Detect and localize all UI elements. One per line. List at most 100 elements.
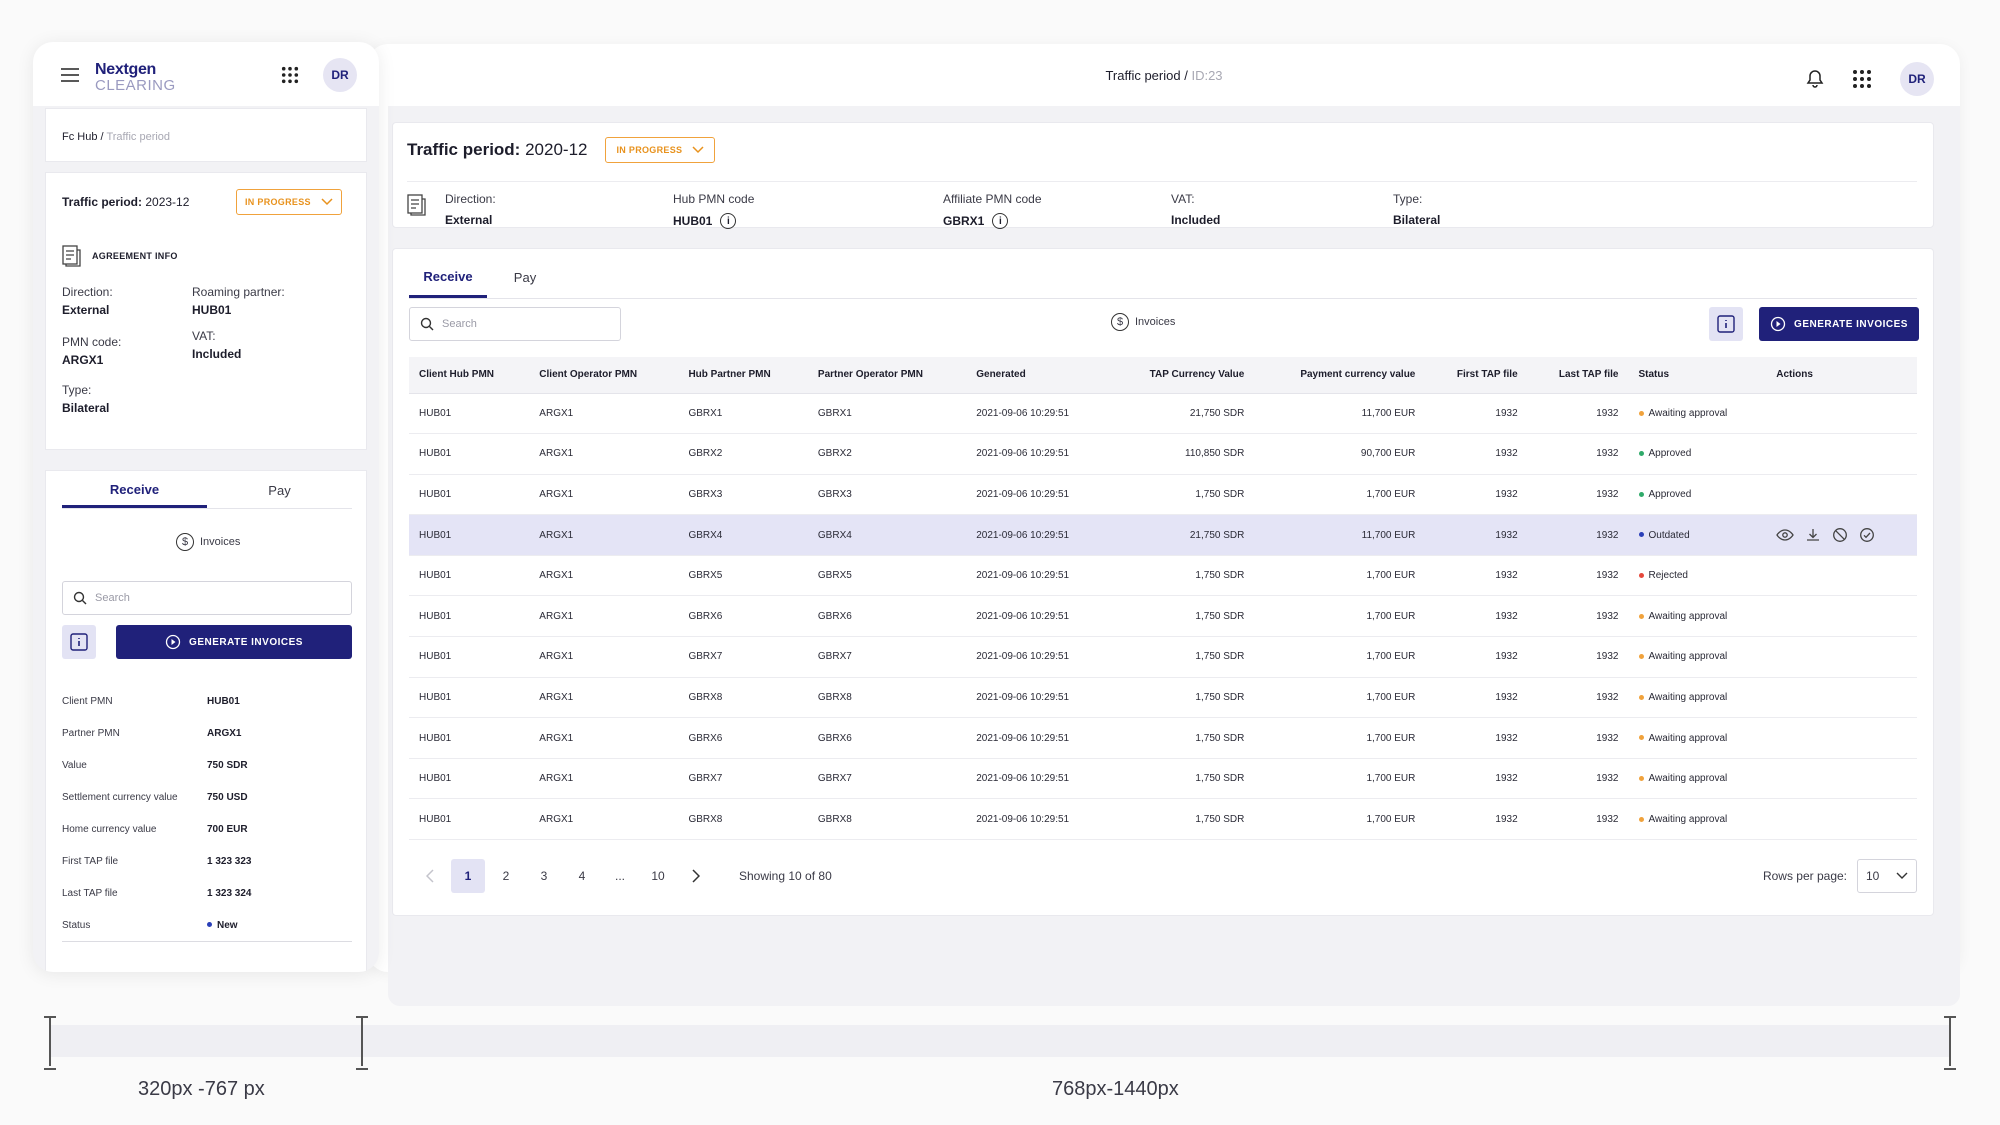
apps-grid-icon[interactable] xyxy=(281,66,299,84)
mobile-breadcrumb: Fc Hub / Traffic period xyxy=(45,108,367,162)
column-header[interactable]: Partner Operator PMN xyxy=(807,357,967,394)
table-cell: 1,700 EUR xyxy=(1254,798,1426,841)
avatar[interactable]: DR xyxy=(323,58,357,92)
column-header[interactable]: First TAP file xyxy=(1425,357,1528,394)
document-icon xyxy=(407,194,427,216)
actions-cell xyxy=(1766,595,1917,638)
table-row[interactable]: HUB01 ARGX1 GBRX1 GBRX1 2021-09-06 10:29:51 2… xyxy=(409,393,1917,435)
generate-invoices-button[interactable]: GENERATE INVOICES xyxy=(1759,307,1919,341)
tab-pay[interactable]: Pay xyxy=(207,473,352,508)
table-cell: 1,750 SDR xyxy=(1109,677,1255,719)
status-dot-icon xyxy=(1638,532,1644,538)
agreement-vat: VAT: Included xyxy=(192,329,242,361)
breadcrumb-current[interactable]: Traffic period xyxy=(1105,68,1180,83)
table-row[interactable]: HUB01 ARGX1 GBRX3 GBRX3 2021-09-06 10:29:51 1… xyxy=(409,474,1917,516)
column-header[interactable]: Client Hub PMN xyxy=(409,357,530,394)
meta-item: Hub PMN code HUB01 i xyxy=(673,192,754,229)
agreement-roaming: Roaming partner: HUB01 xyxy=(192,285,285,317)
hamburger-menu-icon[interactable] xyxy=(61,68,79,82)
table-cell: 2021-09-06 10:29:51 xyxy=(966,393,1110,435)
column-header[interactable]: Last TAP file xyxy=(1527,357,1629,394)
meta-item: Direction: External xyxy=(445,192,496,227)
generate-invoices-button[interactable]: GENERATE INVOICES xyxy=(116,625,352,659)
table-cell: 1932 xyxy=(1527,717,1629,759)
column-header[interactable]: TAP Currency Value xyxy=(1109,357,1255,394)
table-row[interactable]: HUB01 ARGX1 GBRX6 GBRX6 2021-09-06 10:29:51 1… xyxy=(409,595,1917,638)
status-dropdown[interactable]: IN PROGRESS xyxy=(605,137,716,163)
info-icon[interactable]: i xyxy=(720,213,737,229)
table-cell: GBRX8 xyxy=(678,677,808,719)
column-header[interactable]: Actions xyxy=(1766,357,1917,394)
mobile-agreement-card: Traffic period: 2023-12 IN PROGRESS AGRE… xyxy=(45,172,367,450)
tab-pay[interactable]: Pay xyxy=(487,257,563,298)
search-input[interactable]: Search xyxy=(62,581,352,615)
meta-label: Affiliate PMN code xyxy=(943,192,1042,206)
prev-page-icon[interactable] xyxy=(413,859,447,893)
table-row[interactable]: HUB01 ARGX1 GBRX7 GBRX7 2021-09-06 10:29:51 1… xyxy=(409,758,1917,800)
tab-bar: Receive Pay xyxy=(62,473,352,509)
column-header[interactable]: Hub Partner PMN xyxy=(678,357,808,394)
table-cell: 1932 xyxy=(1425,474,1528,516)
eye-icon[interactable] xyxy=(1776,528,1794,542)
status-dropdown[interactable]: IN PROGRESS xyxy=(236,189,342,215)
detail-row: First TAP file 1 323 323 xyxy=(62,845,352,877)
search-input[interactable]: Search xyxy=(409,307,621,341)
info-button[interactable] xyxy=(62,625,96,659)
status-cell: Outdated xyxy=(1628,514,1767,556)
table-row[interactable]: HUB01 ARGX1 GBRX7 GBRX7 2021-09-06 10:29:51 1… xyxy=(409,636,1917,678)
page-button[interactable]: 10 xyxy=(641,859,675,893)
avatar[interactable]: DR xyxy=(1900,62,1934,96)
page-button[interactable]: 1 xyxy=(451,859,485,893)
reject-icon[interactable] xyxy=(1832,527,1848,543)
table-row[interactable]: HUB01 ARGX1 GBRX5 GBRX5 2021-09-06 10:29:51 1… xyxy=(409,555,1917,597)
table-cell: 2021-09-06 10:29:51 xyxy=(966,758,1110,800)
logo: Nextgen CLEARING xyxy=(95,61,176,94)
table-cell: 1932 xyxy=(1425,717,1528,759)
table-cell: ARGX1 xyxy=(529,677,679,719)
page-button[interactable]: 4 xyxy=(565,859,599,893)
table-cell: HUB01 xyxy=(409,393,530,435)
table-cell: GBRX6 xyxy=(678,595,808,638)
table-cell: ARGX1 xyxy=(529,636,679,678)
table-cell: HUB01 xyxy=(409,798,530,841)
table-cell: GBRX2 xyxy=(807,433,967,475)
breadcrumb-root[interactable]: Fc Hub xyxy=(62,131,97,143)
divider xyxy=(62,941,352,942)
column-header[interactable]: Payment currency value xyxy=(1254,357,1426,394)
detail-value: 750 USD xyxy=(207,791,248,803)
page-button[interactable]: 3 xyxy=(527,859,561,893)
apps-grid-icon[interactable] xyxy=(1852,69,1872,89)
download-icon[interactable] xyxy=(1805,527,1821,543)
tab-bar: Receive Pay xyxy=(409,257,1917,299)
table-cell: 90,700 EUR xyxy=(1254,433,1426,475)
actions-cell xyxy=(1766,798,1917,841)
table-cell: ARGX1 xyxy=(529,393,679,435)
info-icon[interactable]: i xyxy=(992,213,1009,229)
table-cell: 1932 xyxy=(1527,595,1629,638)
rows-per-page-select[interactable]: 10 xyxy=(1857,859,1917,893)
breakpoint-marker xyxy=(44,1016,56,1070)
invoices-link[interactable]: $ Invoices xyxy=(176,533,240,551)
status-dot-icon xyxy=(1638,776,1644,781)
page-button[interactable]: 2 xyxy=(489,859,523,893)
info-button[interactable] xyxy=(1709,307,1743,341)
meta-value: Bilateral xyxy=(1393,213,1441,227)
next-page-icon[interactable] xyxy=(679,859,713,893)
bell-icon[interactable] xyxy=(1806,69,1824,89)
table-row[interactable]: HUB01 ARGX1 GBRX8 GBRX8 2021-09-06 10:29:51 1… xyxy=(409,677,1917,719)
detail-row: Last TAP file 1 323 324 xyxy=(62,877,352,909)
table-row[interactable]: HUB01 ARGX1 GBRX6 GBRX6 2021-09-06 10:29:51 1… xyxy=(409,717,1917,759)
status-cell: Awaiting approval xyxy=(1628,393,1767,435)
approve-icon[interactable] xyxy=(1859,527,1875,543)
table-row[interactable]: HUB01 ARGX1 GBRX4 GBRX4 2021-09-06 10:29:51 2… xyxy=(409,514,1917,556)
column-header[interactable]: Status xyxy=(1628,357,1767,394)
invoices-link[interactable]: $ Invoices xyxy=(1111,313,1175,331)
table-row[interactable]: HUB01 ARGX1 GBRX2 GBRX2 2021-09-06 10:29:51 1… xyxy=(409,433,1917,475)
column-header[interactable]: Generated xyxy=(966,357,1110,394)
tab-receive[interactable]: Receive xyxy=(62,473,207,508)
table-row[interactable]: HUB01 ARGX1 GBRX8 GBRX8 2021-09-06 10:29:51 1… xyxy=(409,798,1917,841)
column-header[interactable]: Client Operator PMN xyxy=(529,357,679,394)
table-cell: 1932 xyxy=(1527,798,1629,841)
detail-label: Settlement currency value xyxy=(62,791,178,803)
tab-receive[interactable]: Receive xyxy=(409,257,487,298)
